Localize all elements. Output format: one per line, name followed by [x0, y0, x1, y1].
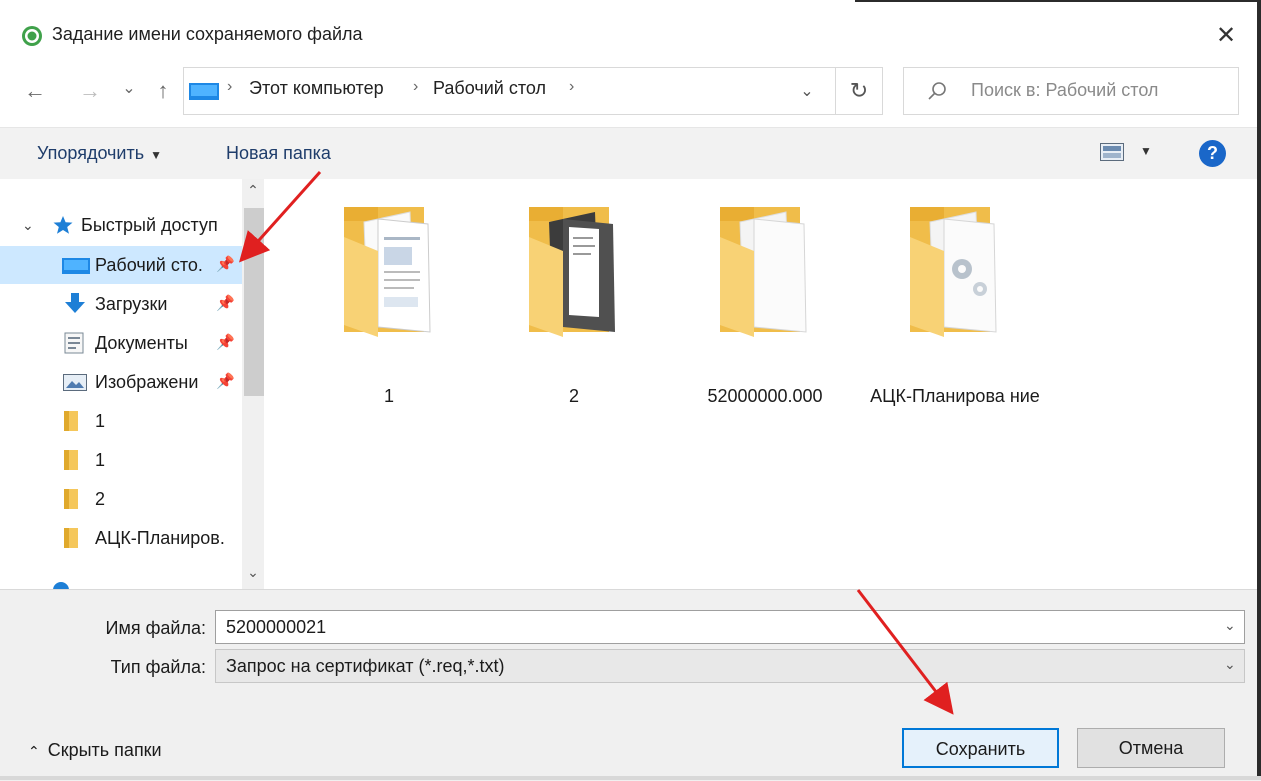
annotation-arrow-desktop — [238, 170, 322, 263]
annotation-arrow-save — [856, 589, 954, 715]
annotation-overlay — [238, 170, 954, 715]
